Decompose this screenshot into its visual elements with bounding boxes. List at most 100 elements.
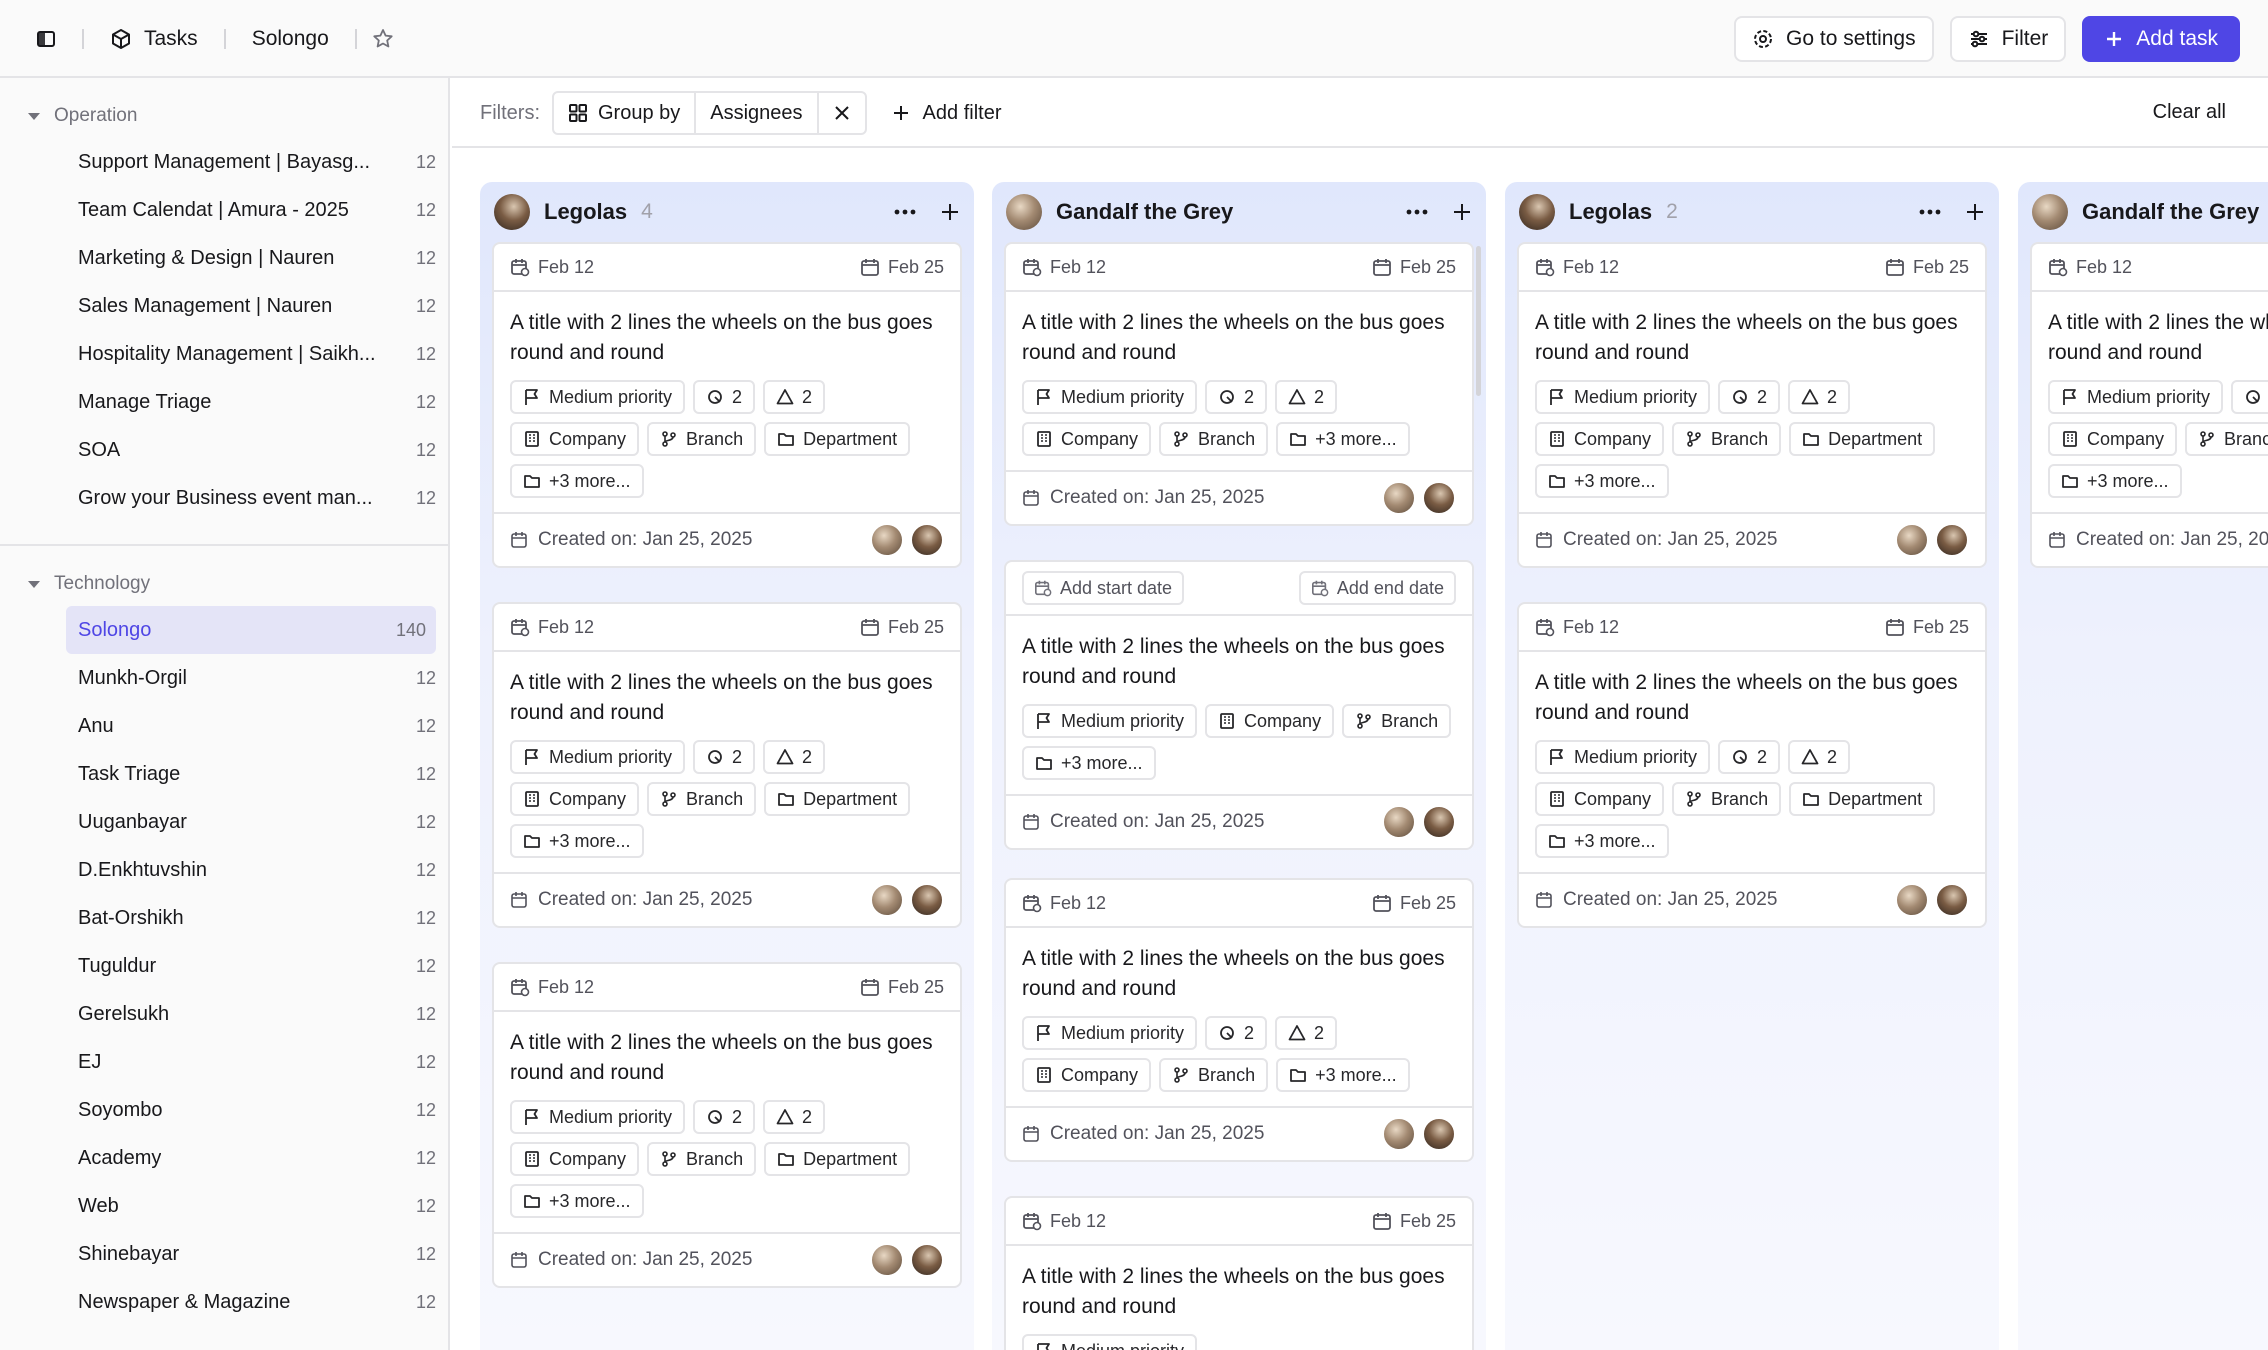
avatar[interactable] [1422,481,1456,515]
task-card[interactable]: Add start date Add end date A title with… [1004,560,1474,850]
task-card[interactable]: Feb 12Feb 25 A title with 2 lines the wh… [1004,1196,1474,1350]
avatar[interactable] [910,1243,944,1277]
sidebar-item[interactable]: Shinebayar 12 [66,1230,436,1278]
start-date[interactable]: Feb 12 [510,257,594,278]
subtask-tag[interactable]: 2 [1205,1016,1268,1050]
end-date[interactable]: Feb 25 [860,977,944,998]
sidebar-item[interactable]: Hospitality Management | Saikh... 12 [66,330,436,378]
sidebar-item[interactable]: Manage Triage 12 [66,378,436,426]
more-tags[interactable]: +3 more... [2048,464,2182,498]
remove-filter-button[interactable] [816,93,865,133]
end-date[interactable]: Feb 25 [1372,893,1456,914]
task-card[interactable]: Feb 12Feb 25 A title with 2 lines the wh… [492,962,962,1288]
branch-tag[interactable]: Branch [1672,422,1782,456]
more-icon[interactable] [1406,209,1428,215]
priority-tag[interactable]: Medium priority [1022,1334,1198,1350]
start-date[interactable]: Feb 12 [1022,257,1106,278]
priority-tag[interactable]: Medium priority [1022,380,1198,414]
avatar[interactable] [1935,523,1969,557]
branch-tag[interactable]: Branch [1672,782,1782,816]
end-date[interactable]: Feb 25 [860,617,944,638]
filter-button[interactable]: Filter [1949,16,2067,62]
branch-tag[interactable]: Branch [647,1142,757,1176]
branch-tag[interactable]: Branch [1159,422,1269,456]
subtask-tag[interactable]: 2 [693,380,756,414]
start-date[interactable]: Feb 12 [1535,617,1619,638]
task-card[interactable]: Feb 12Feb 25 A title with 2 lines the wh… [492,602,962,928]
task-card[interactable]: Feb 12Feb 25 A title with 2 lines the wh… [1517,602,1987,928]
company-tag[interactable]: Company [510,782,640,816]
sidebar-item[interactable]: Munkh-Orgil 12 [66,654,436,702]
scrollbar[interactable] [1476,246,1481,396]
avatar[interactable] [1895,883,1929,917]
sidebar-item[interactable]: EJ 12 [66,1038,436,1086]
issue-tag[interactable]: 2 [1788,380,1851,414]
task-card[interactable]: Feb 12Feb 25 A title with 2 lines the wh… [1517,242,1987,568]
avatar[interactable] [1382,805,1416,839]
department-tag[interactable]: Department [764,422,911,456]
group-by-selector[interactable]: Group by [554,93,694,133]
sidebar-item[interactable]: Sales Management | Nauren 12 [66,282,436,330]
end-date[interactable]: Feb 25 [1885,257,1969,278]
more-tags[interactable]: +3 more... [1022,746,1156,780]
sidebar-item[interactable]: Academy 12 [66,1134,436,1182]
issue-tag[interactable]: 2 [1275,380,1338,414]
sidebar-item[interactable]: Web 12 [66,1182,436,1230]
priority-tag[interactable]: Medium priority [510,1100,686,1134]
sidebar-item[interactable]: Anu 12 [66,702,436,750]
plus-icon[interactable] [1452,202,1472,222]
branch-tag[interactable]: Branch [1342,704,1452,738]
branch-tag[interactable]: Branch [2185,422,2268,456]
avatar[interactable] [910,883,944,917]
avatar[interactable] [1422,805,1456,839]
more-tags[interactable]: +3 more... [1535,824,1669,858]
company-tag[interactable]: Company [1022,422,1152,456]
company-tag[interactable]: Company [510,422,640,456]
more-tags[interactable]: +3 more... [1276,422,1410,456]
more-tags[interactable]: +3 more... [510,824,644,858]
subtask-tag[interactable]: 2 [693,740,756,774]
company-tag[interactable]: Company [1535,422,1665,456]
priority-tag[interactable]: Medium priority [1022,1016,1198,1050]
task-card[interactable]: Feb 12Feb 25 A title with 2 lines the wh… [492,242,962,568]
add-end-date-button[interactable]: Add end date [1298,571,1456,605]
task-card[interactable]: Feb 12Feb 25 A title with 2 lines the wh… [1004,242,1474,526]
more-tags[interactable]: +3 more... [510,1184,644,1218]
branch-tag[interactable]: Branch [647,782,757,816]
group-by-value[interactable]: Assignees [694,93,816,133]
sidebar-item[interactable]: Team Calendat | Amura - 2025 12 [66,186,436,234]
issue-tag[interactable]: 2 [763,740,826,774]
avatar[interactable] [870,523,904,557]
more-icon[interactable] [894,209,916,215]
sidebar-group-operation[interactable]: Operation [0,94,448,138]
subtask-tag[interactable]: 2 [1205,380,1268,414]
sidebar-item[interactable]: Gerelsukh 12 [66,990,436,1038]
more-tags[interactable]: +3 more... [1535,464,1669,498]
more-tags[interactable]: +3 more... [1276,1058,1410,1092]
issue-tag[interactable]: 2 [1275,1016,1338,1050]
avatar[interactable] [870,883,904,917]
company-tag[interactable]: Company [510,1142,640,1176]
plus-icon[interactable] [940,202,960,222]
plus-icon[interactable] [1965,202,1985,222]
sidebar-item[interactable]: Soyombo 12 [66,1086,436,1134]
star-icon[interactable] [371,27,395,51]
sidebar-group-technology[interactable]: Technology [0,562,448,606]
go-to-settings-button[interactable]: Go to settings [1734,16,1934,62]
avatar[interactable] [1422,1117,1456,1151]
start-date[interactable]: Feb 12 [510,617,594,638]
branch-tag[interactable]: Branch [647,422,757,456]
subtask-tag[interactable]: 2 [1718,380,1781,414]
department-tag[interactable]: Department [764,782,911,816]
company-tag[interactable]: Company [1535,782,1665,816]
company-tag[interactable]: Company [2048,422,2178,456]
priority-tag[interactable]: Medium priority [1535,740,1711,774]
subtask-tag[interactable]: 2 [2231,380,2268,414]
end-date[interactable]: Feb 25 [1372,257,1456,278]
add-filter-button[interactable]: Add filter [891,102,1001,125]
more-icon[interactable] [1919,209,1941,215]
department-tag[interactable]: Department [1789,422,1936,456]
priority-tag[interactable]: Medium priority [1022,704,1198,738]
branch-tag[interactable]: Branch [1159,1058,1269,1092]
task-card[interactable]: Feb 12Feb 25 A title with 2 lines the wh… [2030,242,2268,568]
